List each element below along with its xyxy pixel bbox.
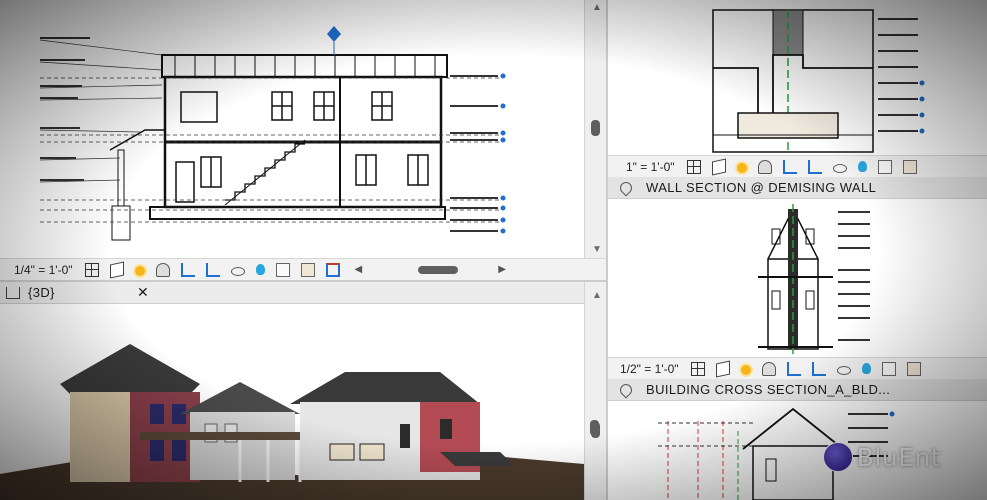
view-scale-label[interactable]: 1/4" = 1'-0" xyxy=(14,263,73,277)
close-icon[interactable]: ✕ xyxy=(137,284,149,301)
view-scale-label[interactable]: 1/2" = 1'-0" xyxy=(620,362,679,376)
horizontal-scroll-thumb[interactable] xyxy=(418,265,459,274)
scroll-thumb[interactable] xyxy=(591,120,600,136)
view3d-tab-label: {3D} xyxy=(28,285,55,300)
house-icon[interactable] xyxy=(300,262,315,277)
crop-icon[interactable] xyxy=(180,262,195,277)
section-drawing xyxy=(39,26,506,241)
cross-section-view-title: BUILDING CROSS SECTION_A_BLD... xyxy=(646,382,891,397)
registered-mark: ® xyxy=(941,442,947,452)
view-scale-label[interactable]: 1" = 1'-0" xyxy=(626,160,675,174)
scroll-up-arrow-icon[interactable]: ▲ xyxy=(592,2,602,13)
bulb-icon[interactable] xyxy=(857,161,867,172)
cube-icon[interactable] xyxy=(109,261,124,278)
globe-icon xyxy=(822,442,853,472)
tag-icon[interactable] xyxy=(877,159,892,174)
bulb-icon[interactable] xyxy=(255,264,265,275)
3d-model-drawing xyxy=(0,344,584,500)
view3d-pane[interactable] xyxy=(0,304,584,500)
cross-section-view-header[interactable]: BUILDING CROSS SECTION_A_BLD... xyxy=(608,379,987,401)
grid-icon[interactable] xyxy=(690,361,705,376)
demising-view-header[interactable]: WALL SECTION @ DEMISING WALL xyxy=(608,177,987,199)
bulb-icon[interactable] xyxy=(861,363,871,374)
demising-control-bar: 1/2" = 1'-0" xyxy=(608,357,987,379)
grid-icon[interactable] xyxy=(84,262,99,277)
view3d-tab-header[interactable]: {3D} ✕ xyxy=(0,282,584,304)
sun-icon[interactable] xyxy=(740,364,751,375)
wall-detail-drawing xyxy=(712,9,925,153)
cube-icon[interactable] xyxy=(711,158,726,175)
demising-view-pane[interactable] xyxy=(608,199,987,357)
wall-detail-control-bar: 1" = 1'-0" xyxy=(608,155,987,177)
pin-icon[interactable] xyxy=(617,179,635,196)
grid-icon[interactable] xyxy=(686,159,701,174)
demising-wall-drawing xyxy=(758,204,870,354)
brand-logo: BluEnt ® xyxy=(822,442,947,472)
crop-region-icon[interactable] xyxy=(205,262,220,277)
tag-icon[interactable] xyxy=(881,361,896,376)
crop-region-icon[interactable] xyxy=(811,361,826,376)
tag-icon[interactable] xyxy=(275,262,290,277)
view3d-vertical-scrollbar[interactable]: ▲ xyxy=(584,282,606,500)
section-view-control-bar: 1/4" = 1'-0" ◀ ▶ xyxy=(0,258,606,280)
scroll-up-arrow-icon[interactable]: ▲ xyxy=(592,290,602,301)
pin-icon[interactable] xyxy=(617,381,635,398)
section-vertical-scrollbar[interactable]: ▲ ▼ xyxy=(584,0,606,258)
house-icon[interactable] xyxy=(902,159,917,174)
scroll-left-arrow-icon[interactable]: ◀ xyxy=(355,264,363,275)
crop-icon[interactable] xyxy=(782,159,797,174)
shadow-icon[interactable] xyxy=(155,262,170,277)
cube-icon[interactable] xyxy=(715,360,730,377)
eye-icon[interactable] xyxy=(836,365,851,375)
crop-region-icon[interactable] xyxy=(807,159,822,174)
home-icon[interactable] xyxy=(6,286,20,299)
brand-text: BluEnt xyxy=(856,442,942,472)
section-view-pane[interactable] xyxy=(0,0,584,258)
scroll-right-arrow-icon[interactable]: ▶ xyxy=(498,264,506,275)
house-icon[interactable] xyxy=(906,361,921,376)
scroll-down-arrow-icon[interactable]: ▼ xyxy=(592,244,602,255)
right-column-scroll-thumb[interactable] xyxy=(590,420,599,436)
eye-icon[interactable] xyxy=(230,266,245,276)
crop-icon[interactable] xyxy=(786,361,801,376)
sun-icon[interactable] xyxy=(134,265,145,276)
shadow-icon[interactable] xyxy=(761,361,776,376)
sun-icon[interactable] xyxy=(736,162,747,173)
wall-detail-pane[interactable] xyxy=(608,0,987,155)
eye-icon[interactable] xyxy=(832,163,847,173)
demising-view-title: WALL SECTION @ DEMISING WALL xyxy=(646,180,877,195)
reveal-icon[interactable] xyxy=(325,262,340,277)
shadow-icon[interactable] xyxy=(757,159,772,174)
